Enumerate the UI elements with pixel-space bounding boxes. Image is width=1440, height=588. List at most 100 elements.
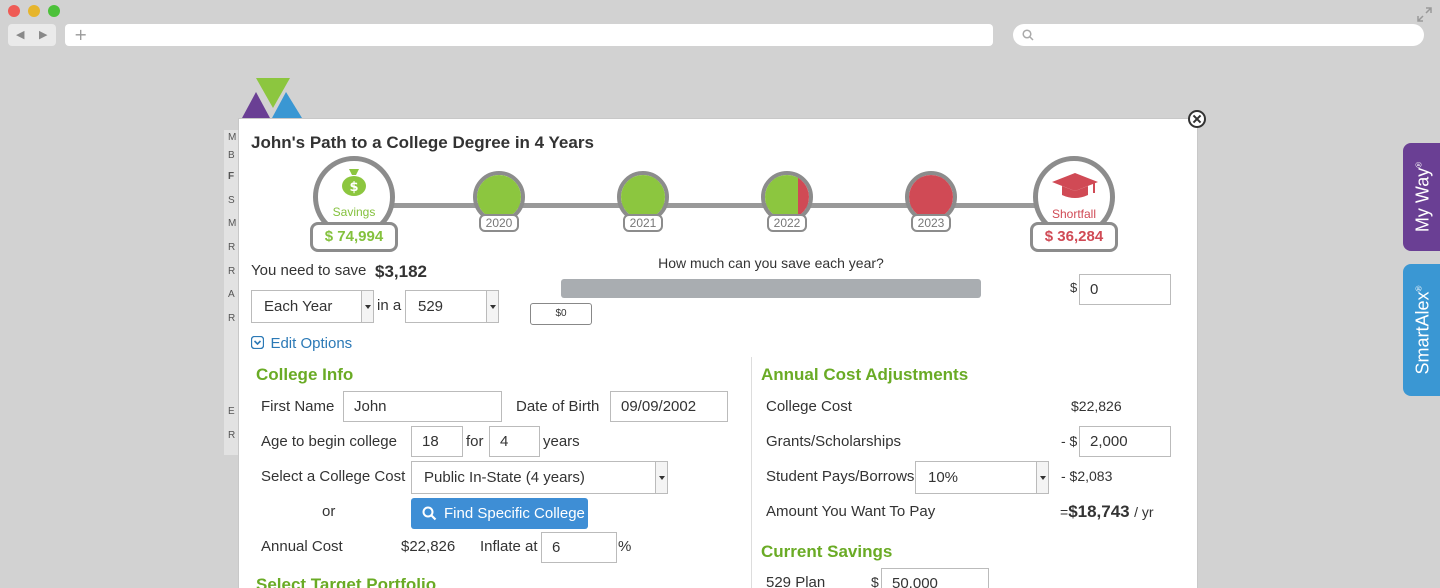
account-value: 529 xyxy=(418,298,444,315)
modal-title: John's Path to a College Degree in 4 Yea… xyxy=(251,133,594,152)
percent-label: % xyxy=(618,538,632,555)
money-bag-icon: $ xyxy=(342,169,366,196)
grants-label: Grants/Scholarships xyxy=(766,433,902,450)
smartalex-label: SmartAlex xyxy=(1412,291,1433,375)
plan-label: 529 Plan xyxy=(766,574,826,588)
smartalex-tab[interactable]: SmartAlex® xyxy=(1403,264,1440,396)
grants-value: 2,000 xyxy=(1090,433,1128,450)
need-to-save-label: You need to save xyxy=(251,262,367,279)
student-pays-value: 10% xyxy=(928,469,959,486)
savings-amount: $ 74,994 xyxy=(310,222,398,252)
year-shortfall-fill xyxy=(798,175,809,219)
chevron-down-icon xyxy=(361,291,373,322)
background-sidebar-letter: S xyxy=(228,195,235,206)
save-question: How much can you save each year? xyxy=(658,255,884,271)
annual-save-value: 0 xyxy=(1090,281,1099,298)
age-label: Age to begin college xyxy=(261,433,397,450)
current-savings-heading: Current Savings xyxy=(761,542,893,561)
want-amount: $18,743 xyxy=(1068,502,1130,521)
background-sidebar-letter: B xyxy=(228,150,235,161)
age-input[interactable]: 18 xyxy=(411,426,463,457)
my-way-label: My Way xyxy=(1412,167,1433,233)
window-close-button[interactable] xyxy=(8,5,20,17)
first-name-label: First Name xyxy=(261,398,335,415)
or-label: or xyxy=(322,503,336,520)
year-shortfall-fill xyxy=(909,175,953,219)
window-maximize-button[interactable] xyxy=(48,5,60,17)
student-pays-select[interactable]: 10% xyxy=(915,461,1049,494)
for-label: for xyxy=(466,433,484,450)
annual-cost-value: $22,826 xyxy=(401,538,455,555)
grants-prefix: - $ xyxy=(1061,433,1078,449)
grants-input[interactable]: 2,000 xyxy=(1079,426,1171,457)
background-sidebar-letter: R xyxy=(228,242,236,253)
dob-value: 09/09/2002 xyxy=(621,398,697,415)
savings-slider-track[interactable] xyxy=(561,279,981,298)
adjustments-heading: Annual Cost Adjustments xyxy=(761,365,969,384)
find-college-button[interactable]: Find Specific College xyxy=(411,498,588,529)
forward-icon[interactable]: ▶ xyxy=(39,28,47,41)
shortfall-label: Shortfall xyxy=(1051,207,1097,221)
slider-value: $0 xyxy=(555,308,567,319)
frequency-value: Each Year xyxy=(264,298,333,315)
years-input[interactable]: 4 xyxy=(489,426,540,457)
shortfall-amount: $ 36,284 xyxy=(1030,222,1118,252)
edit-options-label: Edit Options xyxy=(270,335,353,352)
background-sidebar-letter: F xyxy=(228,171,235,182)
student-pays-label: Student Pays/Borrows xyxy=(766,468,915,485)
new-tab-icon[interactable]: + xyxy=(74,25,87,44)
dob-input[interactable]: 09/09/2002 xyxy=(610,391,728,422)
year-label: 2020 xyxy=(479,214,519,232)
fullscreen-icon[interactable] xyxy=(1417,7,1432,22)
adj-college-cost-value: $22,826 xyxy=(1071,398,1122,414)
annual-save-input[interactable]: 0 xyxy=(1079,274,1171,305)
first-name-input[interactable]: John xyxy=(343,391,502,422)
in-a-label: in a xyxy=(377,297,402,314)
inflate-input[interactable]: 6 xyxy=(541,532,617,563)
background-sidebar-letter: R xyxy=(228,430,236,441)
college-info-heading: College Info xyxy=(256,365,354,384)
age-value: 18 xyxy=(422,433,439,450)
column-divider xyxy=(751,357,752,588)
chevron-down-circle-icon xyxy=(250,335,265,350)
years-value: 4 xyxy=(500,433,509,450)
year-funded-fill xyxy=(765,175,798,219)
first-name-value: John xyxy=(354,398,387,415)
browser-search-input[interactable] xyxy=(1013,24,1424,46)
year-funded-fill xyxy=(477,175,521,219)
savings-slider-handle[interactable]: $0 xyxy=(530,303,592,325)
year-label: 2022 xyxy=(767,214,807,232)
want-suffix: / yr xyxy=(1134,504,1154,520)
college-cost-select[interactable]: Public In-State (4 years) xyxy=(411,461,668,494)
plan-value: 50,000 xyxy=(892,575,938,588)
plan-input[interactable]: 50,000 xyxy=(881,568,989,588)
address-bar[interactable]: + xyxy=(65,24,993,46)
chevron-down-icon xyxy=(655,462,667,493)
need-to-save-amount: $3,182 xyxy=(375,262,427,281)
background-sidebar-letter: E xyxy=(228,406,235,417)
plan-currency: $ xyxy=(871,574,879,588)
annual-cost-amount: 22,826 xyxy=(409,538,456,555)
account-select[interactable]: 529 xyxy=(405,290,499,323)
college-cost-label: Select a College Cost xyxy=(261,468,406,485)
my-way-tab[interactable]: My Way® xyxy=(1403,143,1440,251)
adj-college-cost-label: College Cost xyxy=(766,398,852,415)
window-minimize-button[interactable] xyxy=(28,5,40,17)
my-way-mark: ® xyxy=(1414,161,1424,168)
frequency-select[interactable]: Each Year xyxy=(251,290,374,323)
background-sidebar-letter: R xyxy=(228,266,236,277)
chevron-down-icon xyxy=(486,291,498,322)
inflate-value: 6 xyxy=(552,539,561,556)
target-portfolio-heading: Select Target Portfolio xyxy=(256,575,437,588)
college-plan-modal: John's Path to a College Degree in 4 Yea… xyxy=(238,118,1198,588)
back-icon[interactable]: ◀ xyxy=(16,28,24,41)
svg-text:$: $ xyxy=(349,180,358,195)
savings-label: Savings xyxy=(332,205,376,219)
search-icon xyxy=(1022,29,1034,41)
background-sidebar-letter: M xyxy=(228,132,237,143)
want-prefix: = xyxy=(1060,504,1069,520)
modal-close-button[interactable] xyxy=(1188,110,1206,128)
edit-options-toggle[interactable]: Edit Options xyxy=(250,335,353,353)
annual-cost-label: Annual Cost xyxy=(261,538,343,555)
year-funded-fill xyxy=(621,175,665,219)
